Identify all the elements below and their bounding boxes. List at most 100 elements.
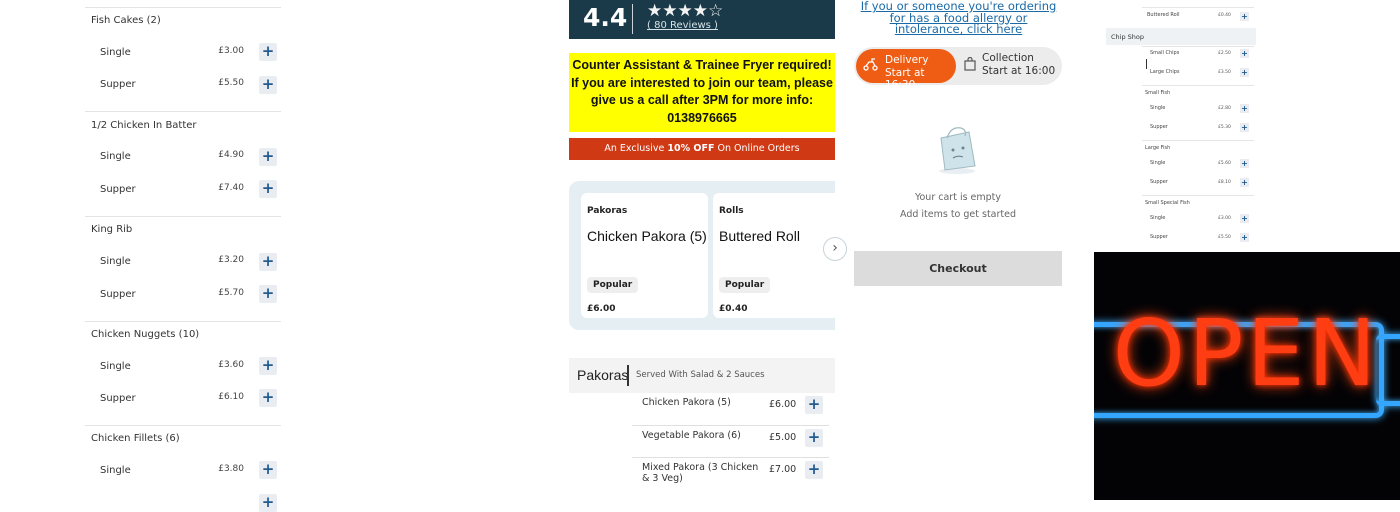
popular-card-buttered-roll[interactable]: Rolls Buttered Roll Popular £0.40 xyxy=(713,193,835,318)
add-item-button[interactable]: + xyxy=(259,357,277,375)
popular-badge: Popular xyxy=(719,277,771,293)
allergy-info-link[interactable]: If you or someone you're ordering for ha… xyxy=(856,0,1061,36)
mini-item-name: Supper xyxy=(1150,178,1168,185)
section-title: Pakoras xyxy=(577,367,629,383)
add-item-button[interactable]: + xyxy=(259,253,277,271)
menu-item-price: £5.00 xyxy=(769,432,797,443)
rating-bar: 4.4 ★★★★☆ ( 80 Reviews ) xyxy=(569,0,835,39)
job-notice-banner: Counter Assistant & Trainee Fryer requir… xyxy=(569,53,835,132)
card-category: Rolls xyxy=(719,206,744,216)
open-neon-sign-image: OPEN xyxy=(1094,252,1400,500)
add-item-button[interactable]: + xyxy=(1240,177,1249,187)
divider xyxy=(632,425,829,426)
add-item-button[interactable]: + xyxy=(805,461,823,479)
category-chicken-fillets: Chicken Fillets (6) xyxy=(91,433,180,444)
left-menu-panel: Fish Cakes (2) Single £3.00 + Supper £5.… xyxy=(85,0,281,512)
menu-item-price: £3.00 xyxy=(218,46,244,56)
mini-item-name: Supper xyxy=(1150,233,1168,240)
menu-item-price: £6.00 xyxy=(769,399,797,410)
divider xyxy=(1142,85,1254,86)
menu-item-price: £7.40 xyxy=(218,183,244,193)
promo-suffix: On Online Orders xyxy=(717,143,800,154)
add-item-button[interactable]: + xyxy=(805,396,823,414)
menu-item-name: Supper xyxy=(100,393,136,404)
mini-item-price: £3.00 xyxy=(1218,216,1231,221)
add-item-button[interactable]: + xyxy=(1240,67,1249,77)
category-chip-shop[interactable]: Chip Shop xyxy=(1106,28,1256,69)
mini-item-name: Supper xyxy=(1150,123,1168,130)
add-item-button[interactable]: + xyxy=(259,389,277,407)
checkout-button[interactable]: Checkout xyxy=(854,251,1062,286)
delivery-option[interactable]: Delivery Start at 16:30 xyxy=(856,49,956,91)
order-mode-toggle: Delivery Start at 16:30 Collection Start… xyxy=(854,47,1062,91)
mini-item-price: £2.80 xyxy=(1218,106,1231,111)
star-rating-icon: ★★★★☆ xyxy=(647,1,724,21)
add-item-button[interactable]: + xyxy=(1240,49,1249,58)
add-item-button[interactable]: + xyxy=(259,494,277,512)
mini-item-name: Single xyxy=(1150,160,1166,166)
add-item-button[interactable]: + xyxy=(1240,12,1249,21)
add-item-button[interactable]: + xyxy=(259,180,277,198)
delivery-label: Delivery xyxy=(885,54,929,66)
menu-item-price: £4.90 xyxy=(218,150,244,160)
add-item-button[interactable]: + xyxy=(259,285,277,303)
add-item-button[interactable]: + xyxy=(805,429,823,447)
divider xyxy=(1142,195,1254,196)
menu-item-name: Supper xyxy=(100,289,136,300)
add-item-button[interactable]: + xyxy=(1240,159,1249,168)
category-chicken-nuggets: Chicken Nuggets (10) xyxy=(91,329,200,340)
empty-bag-icon xyxy=(931,122,983,176)
menu-item-name: Buttered Roll xyxy=(1147,12,1180,18)
divider xyxy=(85,7,281,8)
popular-card-chicken-pakora[interactable]: Pakoras Chicken Pakora (5) Popular £6.00 xyxy=(581,193,708,318)
notice-line: give us a call after 3PM for more info: xyxy=(590,93,814,107)
collection-label[interactable]: Collection xyxy=(982,52,1034,64)
section-header-pakoras: Pakoras Served With Salad & 2 Sauces xyxy=(569,358,835,393)
mini-item-name: Single xyxy=(1150,215,1166,221)
section-description: Served With Salad & 2 Sauces xyxy=(636,370,765,380)
menu-item-price: £6.10 xyxy=(218,392,244,402)
menu-item-price: £7.00 xyxy=(769,464,797,475)
delivery-time: Start at 16:30 xyxy=(885,67,925,91)
add-item-button[interactable]: + xyxy=(259,76,277,94)
promo-highlight: 10% OFF xyxy=(667,143,715,154)
collection-time: Start at 16:00 xyxy=(982,65,1056,77)
menu-item-name: Single xyxy=(100,465,131,476)
mini-menu-preview: Buttered Roll £0.40 + Chip Shop Small Ch… xyxy=(1106,0,1256,252)
mini-item-price: £2.50 xyxy=(1218,51,1231,56)
divider xyxy=(1142,7,1254,8)
card-title: Chicken Pakora (5) xyxy=(587,228,707,244)
menu-item-price: £5.70 xyxy=(218,288,244,298)
add-item-button[interactable]: + xyxy=(1240,214,1249,223)
add-item-button[interactable]: + xyxy=(259,148,277,166)
add-item-button[interactable]: + xyxy=(259,461,277,479)
menu-item-name: Vegetable Pakora (6) xyxy=(642,430,741,441)
neon-open-text: OPEN xyxy=(1112,300,1380,407)
divider xyxy=(85,216,281,217)
add-item-button[interactable]: + xyxy=(1240,232,1249,242)
card-price: £0.40 xyxy=(719,304,748,314)
card-category: Pakoras xyxy=(587,206,628,216)
divider xyxy=(632,4,633,34)
add-item-button[interactable]: + xyxy=(1240,122,1249,132)
divider xyxy=(632,457,829,458)
chevron-right-icon[interactable]: › xyxy=(823,237,847,261)
add-item-button[interactable]: + xyxy=(1240,104,1249,113)
divider xyxy=(85,425,281,426)
menu-item-name: Single xyxy=(100,361,131,372)
menu-item-price: £5.50 xyxy=(218,78,244,88)
mini-item-name: Small Chips xyxy=(1150,50,1180,56)
divider xyxy=(85,111,281,112)
mini-item-price: £5.50 xyxy=(1218,234,1231,240)
menu-item-name: Single xyxy=(100,47,131,58)
card-title: Buttered Roll xyxy=(719,228,800,244)
menu-item-name: Single xyxy=(100,256,131,267)
category-fish-cakes: Fish Cakes (2) xyxy=(91,15,161,26)
reviews-link[interactable]: ( 80 Reviews ) xyxy=(647,20,718,31)
divider xyxy=(85,321,281,322)
menu-item-price: £0.40 xyxy=(1218,13,1231,18)
divider xyxy=(1142,46,1254,47)
menu-item-name: Supper xyxy=(100,79,136,90)
mini-item-price: £5.60 xyxy=(1218,161,1231,166)
add-item-button[interactable]: + xyxy=(259,43,277,61)
